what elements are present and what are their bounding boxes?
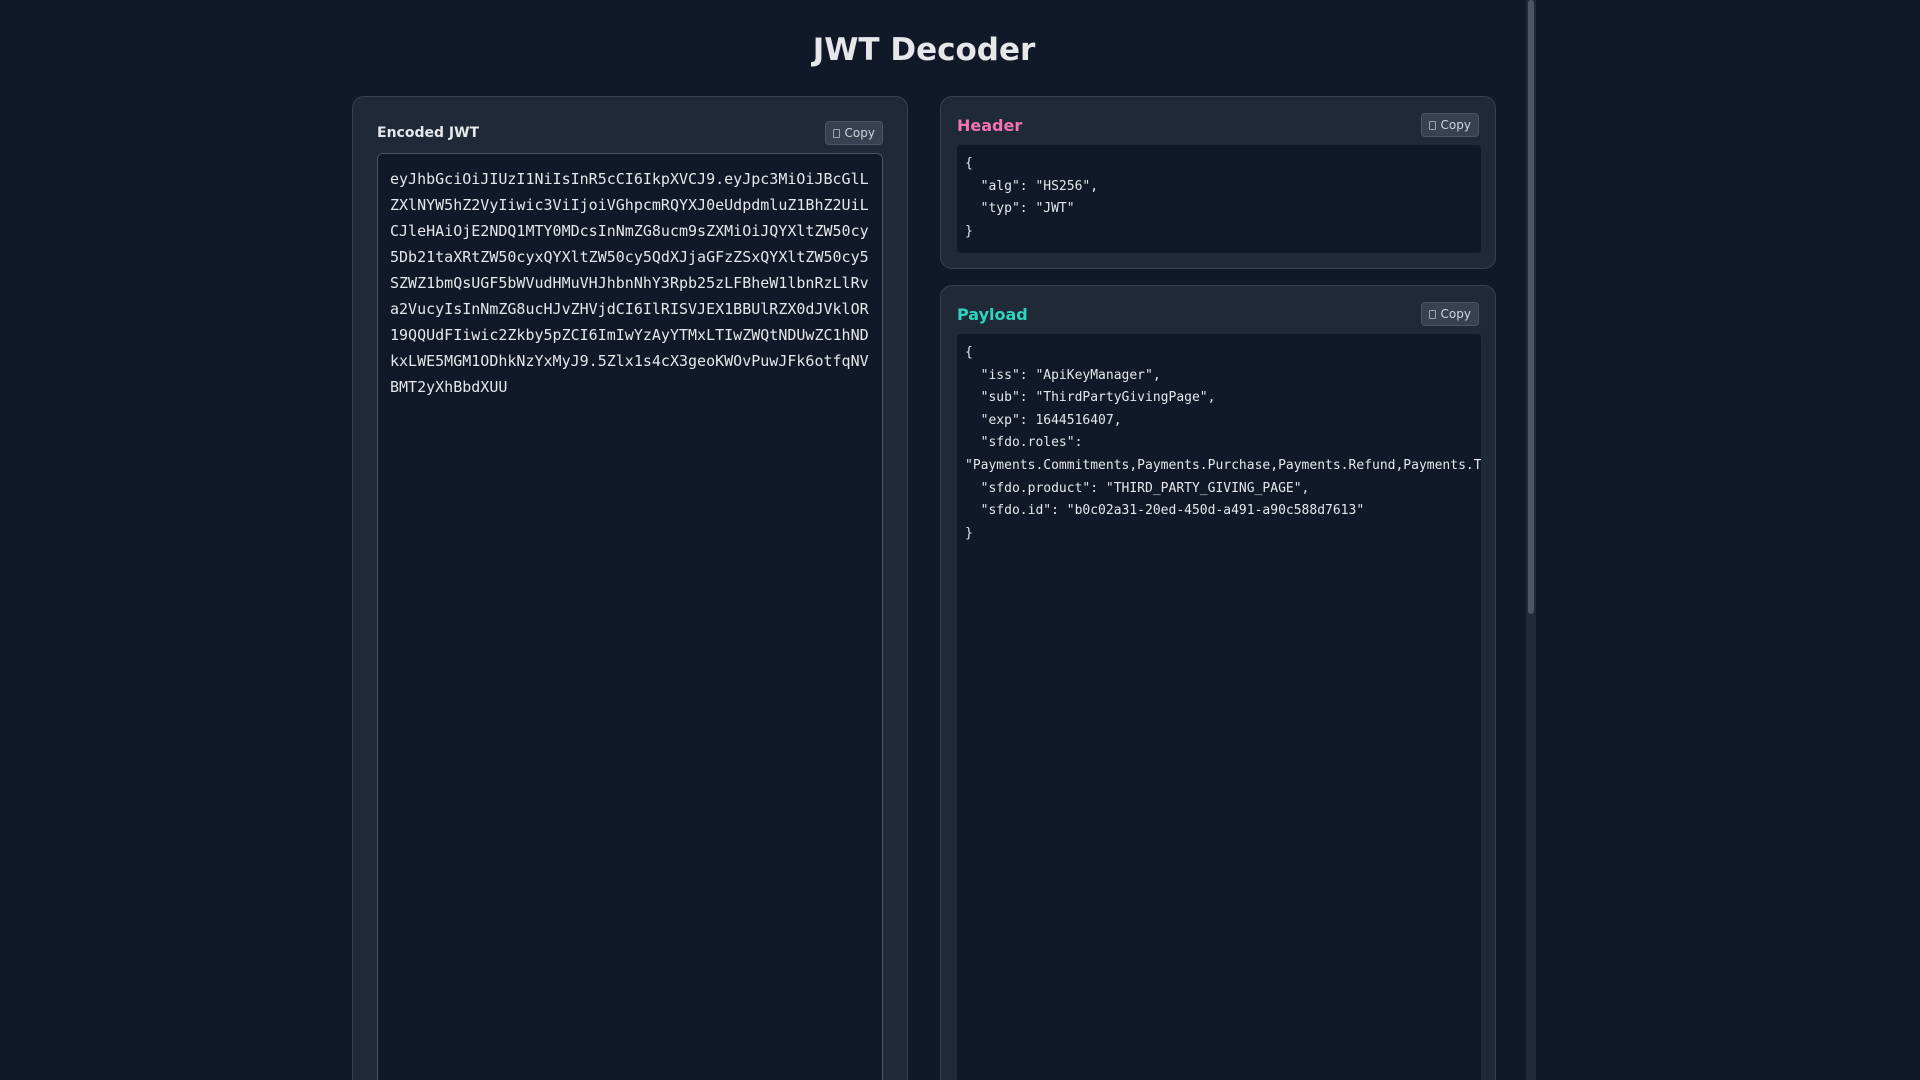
copy-header-label: Copy [1440, 118, 1471, 132]
header-panel: Header Copy { "alg": "HS256", "typ": "JW… [940, 96, 1496, 269]
copy-encoded-button[interactable]: Copy [824, 121, 883, 145]
header-label: Header [957, 116, 1023, 135]
encoded-jwt-label: Encoded JWT [377, 125, 480, 141]
copy-icon [1428, 120, 1436, 130]
payload-json: { "iss": "ApiKeyManager", "sub": "ThirdP… [957, 334, 1481, 1080]
copy-header-button[interactable]: Copy [1420, 113, 1479, 137]
page-title: JWT Decoder [812, 32, 1036, 68]
copy-icon [1428, 309, 1436, 319]
copy-payload-button[interactable]: Copy [1420, 302, 1479, 326]
copy-payload-label: Copy [1440, 307, 1471, 321]
payload-label: Payload [957, 305, 1028, 324]
header-json: { "alg": "HS256", "typ": "JWT" } [957, 145, 1481, 253]
encoded-jwt-textarea[interactable]: eyJhbGciOiJIUzI1NiIsInR5cCI6IkpXVCJ9.eyJ… [377, 153, 883, 1080]
scrollbar-thumb[interactable] [1528, 0, 1534, 614]
copy-icon [832, 128, 840, 138]
jwt-decoder-page: JWT Decoder Encoded JWT Copy eyJhbGciOiJ… [0, 0, 1920, 1080]
copy-encoded-label: Copy [844, 126, 875, 140]
encoded-jwt-panel: Encoded JWT Copy eyJhbGciOiJIUzI1NiIsInR… [352, 96, 908, 1080]
payload-panel: Payload Copy { "iss": "ApiKeyManager", "… [940, 285, 1496, 1080]
